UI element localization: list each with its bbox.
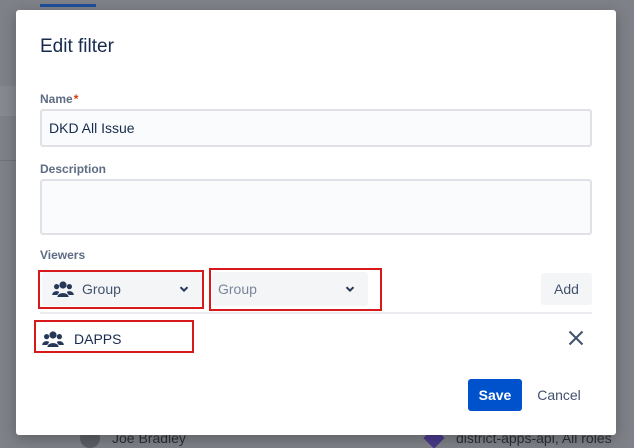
- add-viewer-button[interactable]: Add: [541, 273, 592, 305]
- viewer-name: DAPPS: [74, 331, 122, 347]
- group-select-placeholder: Group: [218, 281, 257, 297]
- background-header-band: [0, 86, 16, 116]
- description-textarea[interactable]: [40, 179, 592, 235]
- viewer-type-value: Group: [82, 281, 121, 297]
- viewers-divider: [40, 312, 592, 314]
- background-divider: [0, 160, 16, 161]
- group-icon: [52, 281, 74, 297]
- cancel-button[interactable]: Cancel: [530, 379, 588, 411]
- remove-viewer-close-icon[interactable]: [566, 328, 586, 348]
- chevron-down-icon: [345, 286, 355, 292]
- name-input[interactable]: DKD All Issue: [40, 109, 592, 147]
- edit-filter-dialog: Edit filter Name* DKD All Issue Descript…: [16, 10, 616, 435]
- dialog-title: Edit filter: [40, 36, 114, 57]
- name-label-text: Name: [40, 92, 73, 106]
- viewer-list-item: DAPPS: [42, 325, 121, 353]
- viewers-label: Viewers: [40, 248, 86, 262]
- viewer-type-select[interactable]: Group: [42, 272, 202, 306]
- group-icon: [42, 331, 64, 347]
- name-label: Name*: [40, 92, 78, 106]
- group-select[interactable]: Group: [212, 272, 368, 306]
- required-marker: *: [73, 92, 79, 106]
- chevron-down-icon: [179, 286, 189, 292]
- description-label: Description: [40, 162, 107, 176]
- save-button[interactable]: Save: [468, 379, 522, 411]
- background-active-tab-indicator: [40, 4, 96, 7]
